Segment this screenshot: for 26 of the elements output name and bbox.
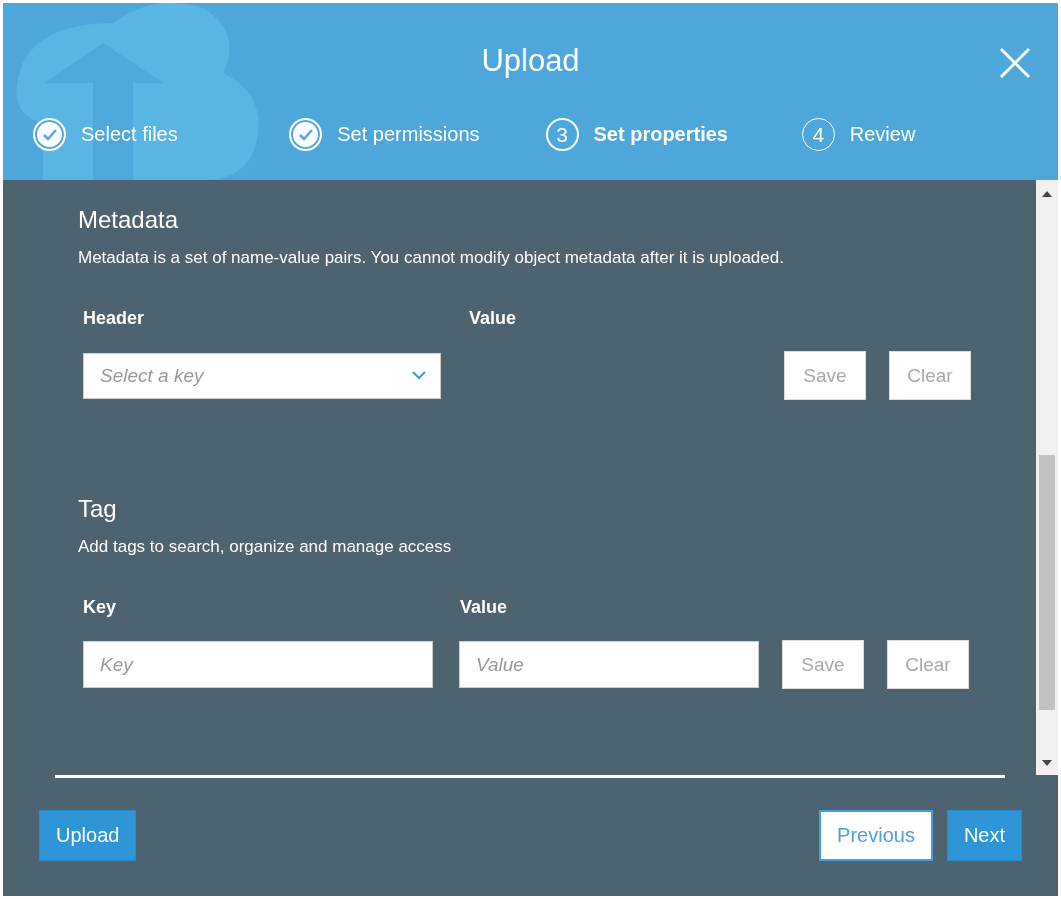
chevron-down-icon xyxy=(412,371,426,380)
scroll-thumb[interactable] xyxy=(1039,455,1055,710)
scroll-down-icon[interactable] xyxy=(1042,760,1052,766)
next-button[interactable]: Next xyxy=(946,809,1022,861)
key-select[interactable]: Select a key xyxy=(83,352,441,399)
previous-button[interactable]: Previous xyxy=(819,809,933,861)
scrollbar[interactable] xyxy=(1036,180,1058,775)
value-field[interactable]: Value xyxy=(459,641,759,688)
section-title: Metadata xyxy=(78,206,180,234)
column-label: Value xyxy=(460,597,509,618)
section-title: Tag xyxy=(78,495,118,523)
step-label: Select files xyxy=(81,123,178,146)
close-icon[interactable] xyxy=(999,47,1031,79)
key-field[interactable]: Key xyxy=(83,641,433,688)
step-label: Review xyxy=(849,123,916,146)
column-label: Value xyxy=(469,308,518,329)
column-label: Key xyxy=(83,597,118,618)
section-description: Add tags to search, organize and manage access xyxy=(78,537,453,557)
step-label: Set permissions xyxy=(337,123,480,146)
upload-button[interactable]: Upload xyxy=(39,809,137,861)
scroll-up-icon[interactable] xyxy=(1042,191,1052,197)
dialog-title: Upload xyxy=(481,42,580,79)
step-label: Set properties xyxy=(593,123,728,146)
step-number: 3 xyxy=(545,118,579,151)
section-description: Metadata is a set of name-value pairs. You cannot modify object metadata after it is uploaded. xyxy=(78,248,785,268)
column-label: Header xyxy=(83,308,146,329)
